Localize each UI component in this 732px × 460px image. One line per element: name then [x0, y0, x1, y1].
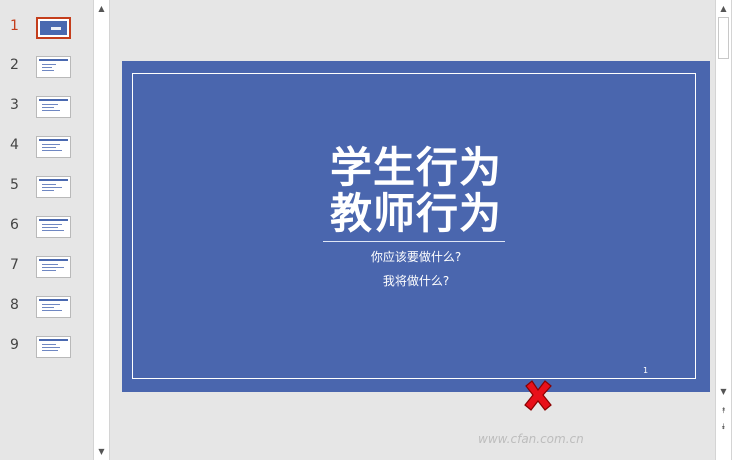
thumbnail-number: 4: [10, 137, 19, 153]
thumbnail-row-1[interactable]: 1: [0, 17, 93, 53]
slide-thumbnail-6[interactable]: [36, 216, 71, 238]
thumbnail-row-6[interactable]: 6: [0, 216, 93, 252]
thumbnail-number: 2: [10, 57, 19, 73]
slide-thumbnail-4[interactable]: [36, 136, 71, 158]
thumbnail-row-3[interactable]: 3: [0, 96, 93, 132]
slide-title-line-2: 教师行为: [329, 189, 502, 238]
thumbnail-number: 9: [10, 337, 19, 353]
thumbnail-row-2[interactable]: 2: [0, 56, 93, 92]
thumbnail-number: 8: [10, 297, 19, 313]
slide-thumbnail-3[interactable]: [36, 96, 71, 118]
scroll-down-icon[interactable]: ▼: [716, 384, 731, 399]
thumbnail-scrollbar[interactable]: ▲ ▼: [93, 0, 110, 460]
thumbnail-row-8[interactable]: 8: [0, 296, 93, 332]
slide-thumbnail-7[interactable]: [36, 256, 71, 278]
slide-thumbnail-2[interactable]: [36, 56, 71, 78]
slide-thumbnail-pane: 1 2 3 4 5 6 7 8 9: [0, 0, 93, 460]
thumbnail-number: 6: [10, 217, 19, 233]
slide-thumbnail-1[interactable]: [36, 17, 71, 39]
next-slide-icon[interactable]: ⯯: [716, 419, 731, 434]
slide-thumbnail-9[interactable]: [36, 336, 71, 358]
thumbnail-row-7[interactable]: 7: [0, 256, 93, 292]
watermark: www.cfan.com.cn: [478, 432, 584, 446]
thumbnail-number: 1: [10, 18, 19, 34]
thumbnail-row-9[interactable]: 9: [0, 336, 93, 372]
thumbnail-number: 5: [10, 177, 19, 193]
slide-title[interactable]: 学生行为 教师行为: [122, 145, 710, 237]
slide-scrollbar[interactable]: ▲ ▼ ⯭ ⯯: [715, 0, 732, 460]
thumbnail-row-5[interactable]: 5: [0, 176, 93, 212]
slide-thumbnail-5[interactable]: [36, 176, 71, 198]
scrollbar-thumb[interactable]: [718, 17, 729, 59]
thumbnail-number: 3: [10, 97, 19, 113]
slide-subtitle-line-2[interactable]: 我将做什么?: [122, 272, 710, 289]
slide-subtitle-line-1[interactable]: 你应该要做什么?: [122, 248, 710, 265]
scroll-down-icon[interactable]: ▼: [94, 444, 109, 459]
previous-slide-icon[interactable]: ⯭: [716, 403, 731, 418]
current-slide[interactable]: 学生行为 教师行为 你应该要做什么? 我将做什么? 1: [122, 61, 710, 392]
title-underline: [323, 241, 505, 242]
slide-editing-area: 学生行为 教师行为 你应该要做什么? 我将做什么? 1: [111, 0, 715, 460]
slide-title-line-1: 学生行为: [329, 143, 502, 192]
scroll-up-icon[interactable]: ▲: [716, 1, 731, 16]
red-x-mark-icon: [524, 380, 552, 411]
thumbnail-row-4[interactable]: 4: [0, 136, 93, 172]
thumbnail-number: 7: [10, 257, 19, 273]
slide-page-number: 1: [643, 366, 649, 375]
scroll-up-icon[interactable]: ▲: [94, 1, 109, 16]
slide-thumbnail-8[interactable]: [36, 296, 71, 318]
